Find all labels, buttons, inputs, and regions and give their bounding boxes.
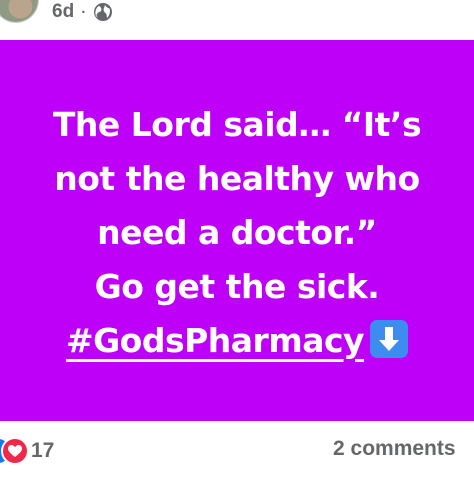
author-avatar[interactable] [0,0,38,22]
post-header: 6d · [0,0,474,40]
hashtag-link[interactable]: #GodsPharmacy [66,321,365,360]
down-arrow-icon [370,319,409,358]
reactions-summary[interactable]: 17 [0,438,54,464]
reaction-count: 17 [31,439,55,462]
post-text: The Lord said… “It’s not the healthy who… [52,94,422,368]
post-text-line-5: #GodsPharmacy [53,314,421,368]
comments-count-link[interactable]: 2 comments [333,437,456,461]
post-text-line-3: need a doctor.” [97,212,377,252]
heart-icon [3,439,27,463]
post-content: The Lord said… “It’s not the healthy who… [0,40,474,421]
post-text-line-4: Go get the sick. [94,266,380,306]
post-meta: 6d · [52,0,113,24]
post-timestamp[interactable]: 6d [52,1,74,23]
engagement-bar: 17 2 comments [0,421,474,488]
meta-separator: · [81,3,87,21]
reaction-icons [0,438,28,464]
post-text-line-2: not the healthy who [54,158,420,198]
globe-icon[interactable] [93,2,113,22]
post-text-line-1: The Lord said… “It’s [52,104,422,144]
